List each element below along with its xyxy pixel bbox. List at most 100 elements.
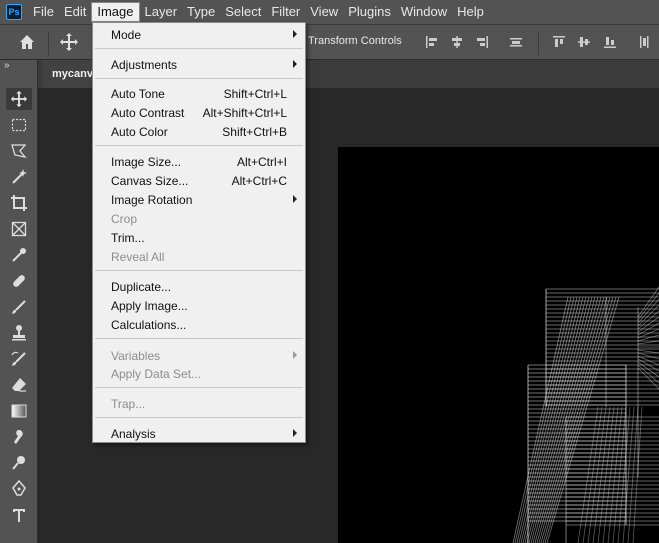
menu-item-trim[interactable]: Trim... bbox=[93, 228, 305, 247]
menu-item-label: Canvas Size... bbox=[111, 174, 189, 188]
menu-item-shortcut: Alt+Shift+Ctrl+L bbox=[202, 106, 287, 120]
menu-item-image-rotation[interactable]: Image Rotation bbox=[93, 190, 305, 209]
menu-separator bbox=[95, 338, 303, 339]
menu-select[interactable]: Select bbox=[220, 2, 266, 22]
submenu-arrow-icon bbox=[293, 351, 297, 359]
smudge-tool-icon[interactable] bbox=[6, 426, 32, 448]
eraser-tool-icon[interactable] bbox=[6, 374, 32, 396]
artwork-line bbox=[637, 349, 659, 354]
menu-item-label: Analysis bbox=[111, 427, 156, 441]
artwork-line bbox=[536, 296, 605, 543]
canvas-artwork bbox=[512, 286, 659, 543]
submenu-arrow-icon bbox=[293, 195, 297, 203]
menu-help[interactable]: Help bbox=[452, 2, 489, 22]
tools-panel: » bbox=[0, 60, 38, 543]
menu-item-calculations[interactable]: Calculations... bbox=[93, 315, 305, 334]
menu-item-shortcut: Alt+Ctrl+I bbox=[236, 155, 287, 169]
menu-bar: Ps File Edit Image Layer Type Select Fil… bbox=[0, 0, 659, 24]
distribute-icon[interactable] bbox=[509, 35, 523, 49]
menu-file[interactable]: File bbox=[28, 2, 59, 22]
menu-item-auto-color[interactable]: Auto Color Shift+Ctrl+B bbox=[93, 122, 305, 141]
divider bbox=[48, 31, 49, 55]
artwork-line bbox=[528, 296, 593, 543]
lasso-tool-icon[interactable] bbox=[6, 140, 32, 162]
menu-window[interactable]: Window bbox=[396, 2, 452, 22]
crop-tool-icon[interactable] bbox=[6, 192, 32, 214]
menu-item-crop: Crop bbox=[93, 209, 305, 228]
photoshop-logo-icon[interactable]: Ps bbox=[6, 4, 22, 20]
menu-item-variables: Variables bbox=[93, 346, 305, 365]
frame-tool-icon[interactable] bbox=[6, 218, 32, 240]
artwork-line bbox=[632, 406, 643, 543]
menu-item-label: Image Rotation bbox=[111, 193, 193, 207]
menu-item-adjustments[interactable]: Adjustments bbox=[93, 55, 305, 74]
menu-item-image-size[interactable]: Image Size... Alt+Ctrl+I bbox=[93, 152, 305, 171]
clone-stamp-icon[interactable] bbox=[6, 322, 32, 344]
align-vertical-centers-icon[interactable] bbox=[577, 35, 591, 49]
menu-item-apply-data-set: Apply Data Set... bbox=[93, 364, 305, 383]
menu-item-duplicate[interactable]: Duplicate... bbox=[93, 277, 305, 296]
artwork-line bbox=[637, 352, 659, 360]
menu-item-label: Apply Image... bbox=[111, 299, 188, 313]
menu-item-label: Apply Data Set... bbox=[111, 367, 202, 381]
eyedropper-icon[interactable] bbox=[6, 244, 32, 266]
move-tool-icon[interactable] bbox=[59, 32, 79, 52]
align-left-edges-icon[interactable] bbox=[425, 35, 439, 49]
menu-item-analysis[interactable]: Analysis bbox=[93, 424, 305, 443]
artwork-line bbox=[522, 296, 584, 543]
history-brush-icon[interactable] bbox=[6, 348, 32, 370]
menu-item-label: Adjustments bbox=[111, 58, 178, 72]
artwork-line bbox=[637, 367, 659, 390]
align-bottom-edges-icon[interactable] bbox=[603, 35, 617, 49]
document-canvas[interactable] bbox=[338, 147, 659, 543]
menu-item-shortcut: Shift+Ctrl+B bbox=[222, 125, 287, 139]
show-transform-controls-label[interactable]: Transform Controls bbox=[308, 35, 402, 47]
menu-plugins[interactable]: Plugins bbox=[343, 2, 396, 22]
dodge-tool-icon[interactable] bbox=[6, 452, 32, 474]
menu-separator bbox=[95, 270, 303, 271]
menu-item-mode[interactable]: Mode bbox=[93, 25, 305, 44]
align-right-edges-icon[interactable] bbox=[475, 35, 489, 49]
menu-view[interactable]: View bbox=[305, 2, 343, 22]
rectangular-marquee-icon[interactable] bbox=[6, 114, 32, 136]
menu-filter[interactable]: Filter bbox=[266, 2, 305, 22]
collapse-panel-icon[interactable]: » bbox=[4, 60, 10, 71]
artwork-line bbox=[520, 296, 581, 543]
menu-item-reveal-all: Reveal All bbox=[93, 247, 305, 266]
menu-item-label: Mode bbox=[111, 28, 142, 42]
divider bbox=[538, 31, 539, 55]
menu-edit[interactable]: Edit bbox=[59, 2, 91, 22]
menu-item-label: Auto Tone bbox=[111, 87, 165, 101]
artwork-line bbox=[540, 296, 611, 543]
brush-tool-icon[interactable] bbox=[6, 296, 32, 318]
menu-type[interactable]: Type bbox=[182, 2, 220, 22]
align-top-edges-icon[interactable] bbox=[552, 35, 566, 49]
artwork-line bbox=[637, 364, 659, 384]
align-horizontal-centers-icon[interactable] bbox=[450, 35, 464, 49]
menu-item-auto-tone[interactable]: Auto Tone Shift+Ctrl+L bbox=[93, 84, 305, 103]
submenu-arrow-icon bbox=[293, 60, 297, 68]
image-menu-dropdown: Mode Adjustments Auto Tone Shift+Ctrl+L … bbox=[92, 22, 306, 443]
artwork-line bbox=[597, 406, 615, 543]
gradient-tool-icon[interactable] bbox=[6, 400, 32, 422]
artwork-line bbox=[637, 340, 659, 345]
distribute-vertical-icon[interactable] bbox=[637, 35, 651, 49]
menu-separator bbox=[95, 417, 303, 418]
move-tool-icon[interactable] bbox=[6, 88, 32, 110]
menu-item-canvas-size[interactable]: Canvas Size... Alt+Ctrl+C bbox=[93, 171, 305, 190]
menu-item-label: Variables bbox=[111, 349, 161, 363]
menu-layer[interactable]: Layer bbox=[140, 2, 183, 22]
home-icon[interactable] bbox=[18, 33, 36, 51]
type-tool-icon[interactable] bbox=[6, 504, 32, 526]
menu-item-auto-contrast[interactable]: Auto Contrast Alt+Shift+Ctrl+L bbox=[93, 103, 305, 122]
menu-item-label: Auto Color bbox=[111, 125, 168, 139]
menu-item-label: Trap... bbox=[111, 397, 146, 411]
magic-wand-icon[interactable] bbox=[6, 166, 32, 188]
healing-brush-icon[interactable] bbox=[6, 270, 32, 292]
menu-image[interactable]: Image bbox=[91, 2, 140, 22]
menu-item-label: Calculations... bbox=[111, 318, 187, 332]
submenu-arrow-icon bbox=[293, 429, 297, 437]
pen-tool-icon[interactable] bbox=[6, 478, 32, 500]
menu-item-label: Image Size... bbox=[111, 155, 182, 169]
menu-item-apply-image[interactable]: Apply Image... bbox=[93, 296, 305, 315]
